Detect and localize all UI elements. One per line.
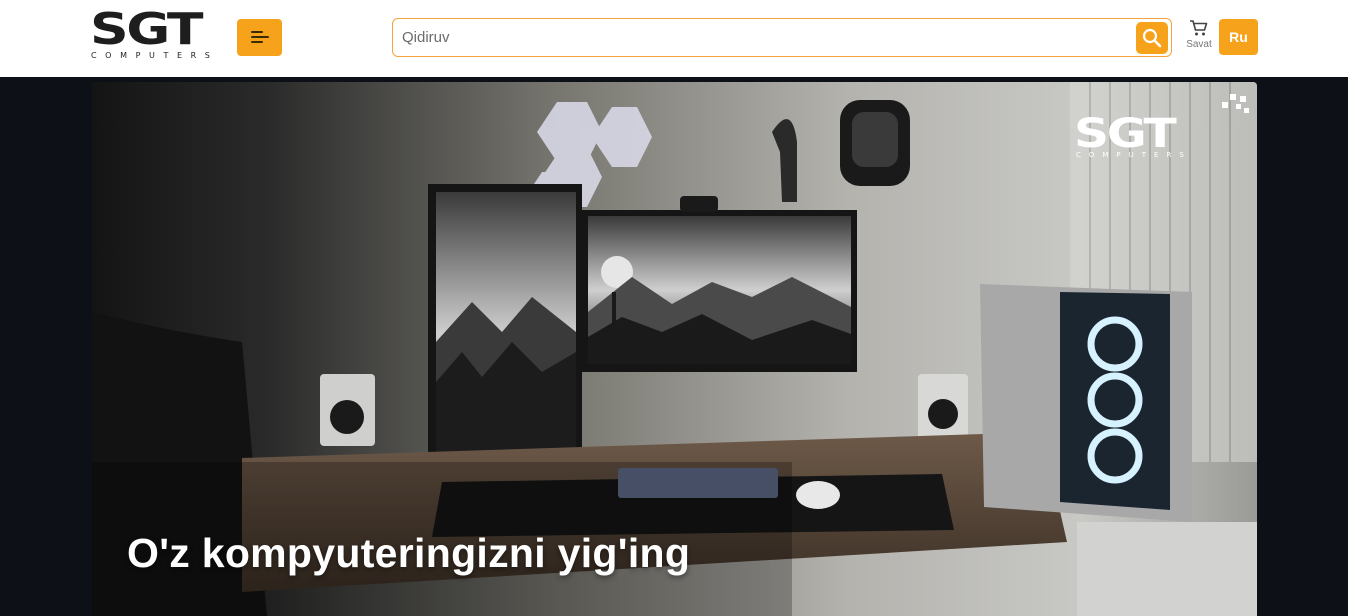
menu-button[interactable] <box>237 19 282 56</box>
site-header: SGT COMPUTERS Savat Ru <box>0 0 1348 77</box>
site-logo[interactable]: SGT COMPUTERS <box>90 6 228 62</box>
language-button[interactable]: Ru <box>1219 19 1258 55</box>
hero-title: O'z kompyuteringizni yig'ing <box>127 530 691 576</box>
hamburger-menu-icon-bar <box>251 36 269 38</box>
logo-subtext: COMPUTERS <box>91 51 219 60</box>
hamburger-menu-icon-bar <box>251 41 263 43</box>
hero-banner[interactable]: SGT COMPUTERS O'z kompyuteringizni yig'i… <box>92 82 1257 616</box>
hamburger-menu-icon <box>251 31 263 33</box>
hero-logo-text: SGT <box>1074 111 1177 157</box>
search-icon <box>1142 28 1162 48</box>
hero-logo-subtext: COMPUTERS <box>1076 151 1192 159</box>
search-button[interactable] <box>1136 22 1168 54</box>
cart-icon <box>1190 20 1208 36</box>
logo-text: SGT <box>90 4 204 55</box>
search-input[interactable] <box>394 20 1134 55</box>
cart-label: Savat <box>1186 39 1212 50</box>
search-box <box>392 18 1172 57</box>
hero-watermark-logo: SGT COMPUTERS <box>1074 112 1224 172</box>
cart-button[interactable]: Savat <box>1182 19 1216 57</box>
